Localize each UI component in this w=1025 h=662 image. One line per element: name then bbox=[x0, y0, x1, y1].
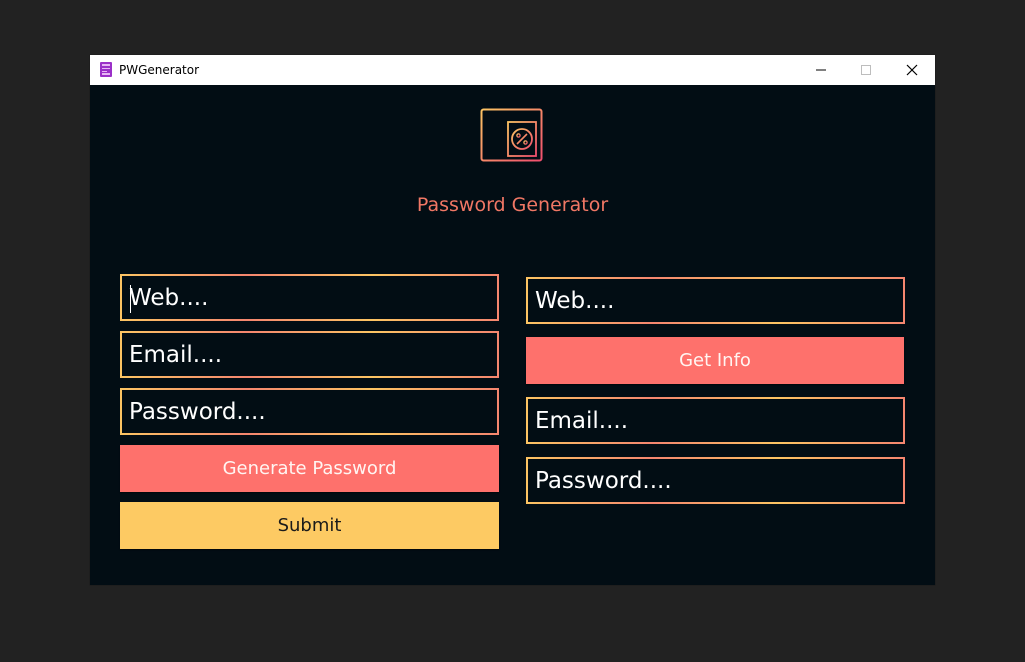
password-document-icon bbox=[480, 108, 543, 162]
right-email-field bbox=[526, 397, 905, 444]
right-web-input[interactable] bbox=[528, 279, 903, 322]
left-password-field bbox=[120, 388, 499, 435]
generate-password-button[interactable]: Generate Password bbox=[120, 445, 499, 492]
app-window: PWGenerator Password Generator Web.... E… bbox=[90, 55, 935, 585]
left-email-field bbox=[120, 331, 499, 378]
close-icon bbox=[906, 64, 918, 76]
left-web-field bbox=[120, 274, 499, 321]
right-web-field bbox=[526, 277, 905, 324]
window-title: PWGenerator bbox=[119, 63, 200, 77]
close-button[interactable] bbox=[889, 55, 935, 85]
right-email-input[interactable] bbox=[528, 399, 903, 442]
submit-button[interactable]: Submit bbox=[120, 502, 499, 549]
title-bar[interactable]: PWGenerator bbox=[90, 55, 935, 85]
left-web-input[interactable] bbox=[122, 276, 497, 319]
left-email-input[interactable] bbox=[122, 333, 497, 376]
app-icon bbox=[100, 62, 112, 77]
minimize-icon bbox=[816, 69, 826, 71]
left-password-input[interactable] bbox=[122, 390, 497, 433]
right-password-field bbox=[526, 457, 905, 504]
minimize-button[interactable] bbox=[798, 55, 844, 85]
page-title: Password Generator bbox=[416, 194, 609, 216]
maximize-icon bbox=[861, 65, 871, 75]
get-info-button[interactable]: Get Info bbox=[526, 337, 904, 384]
right-password-input[interactable] bbox=[528, 459, 903, 502]
maximize-button[interactable] bbox=[843, 55, 889, 85]
text-cursor bbox=[130, 285, 131, 313]
